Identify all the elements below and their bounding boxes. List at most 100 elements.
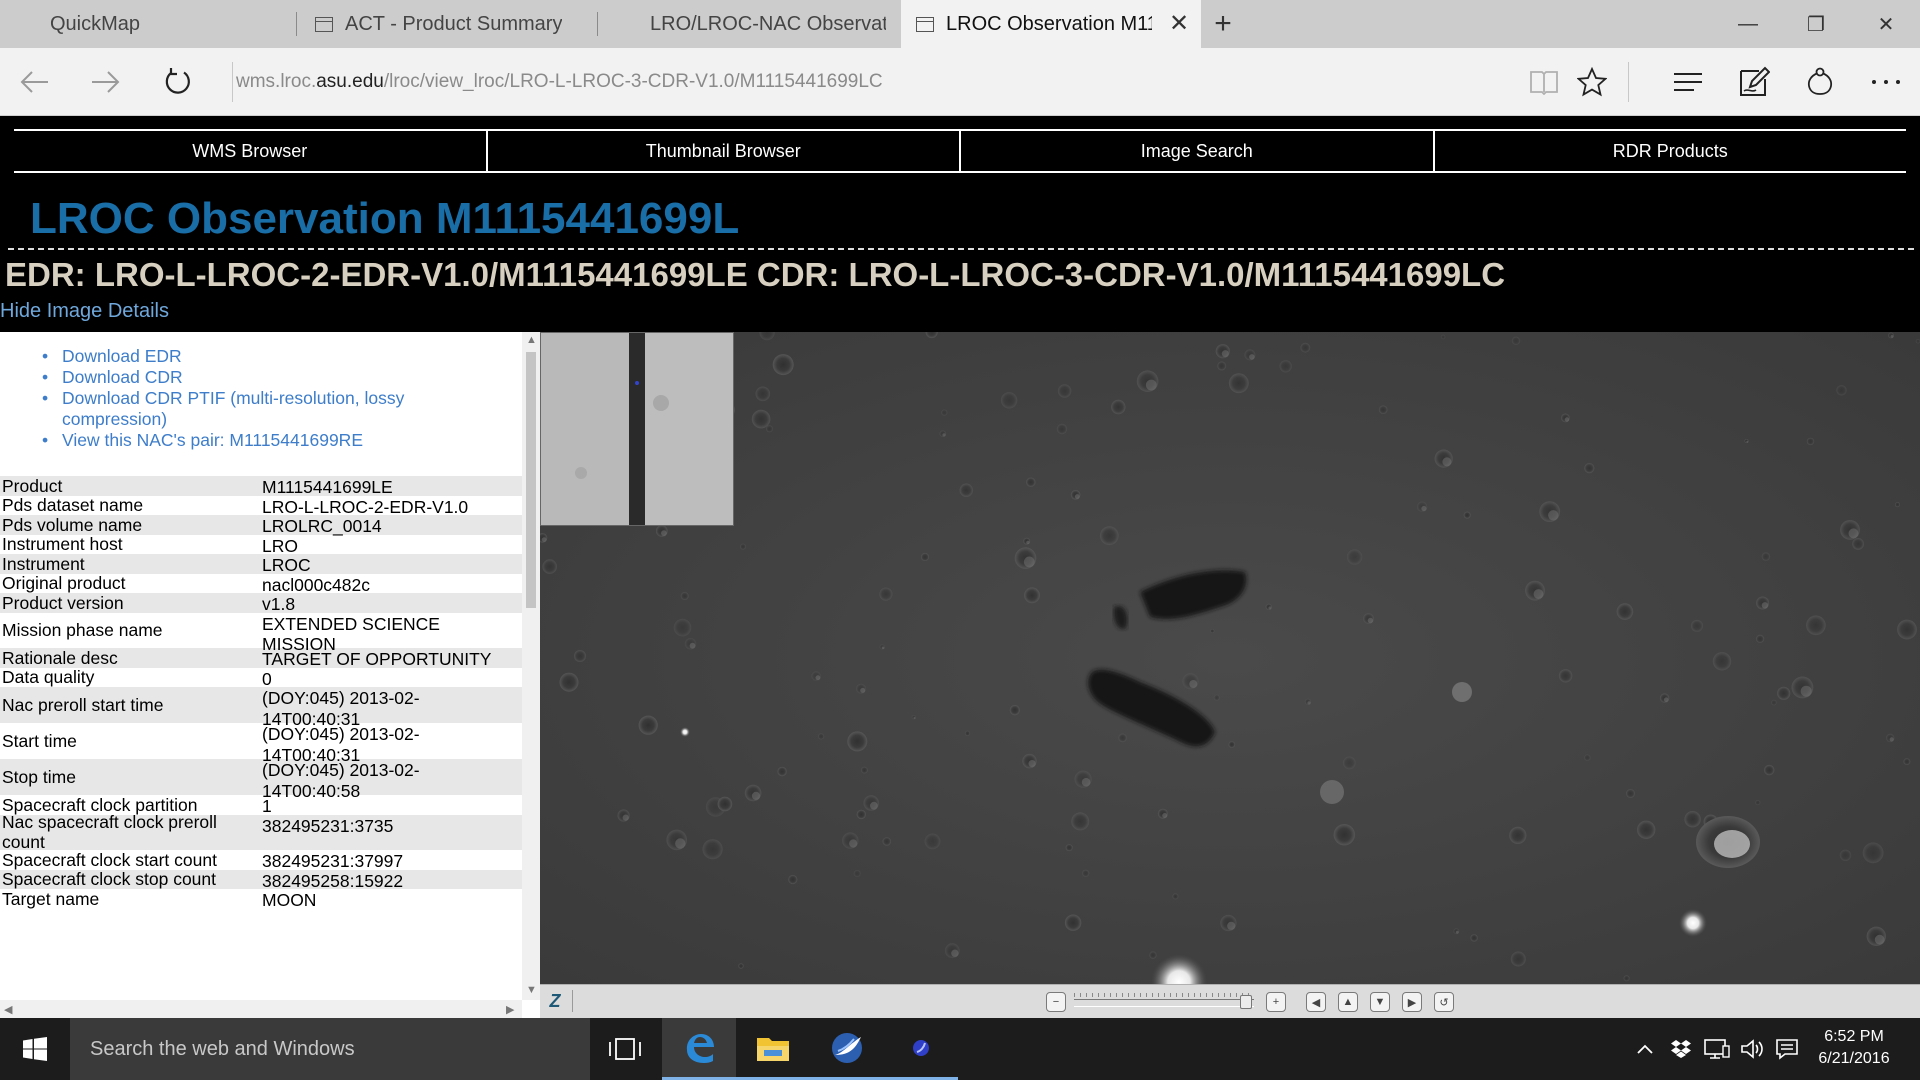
crater xyxy=(882,837,892,846)
crater-rim-highlight xyxy=(860,687,866,693)
horizontal-scrollbar[interactable]: ◀ ▶ xyxy=(0,1000,522,1018)
property-value: EXTENDED SCIENCE MISSION xyxy=(262,613,440,655)
taskbar-edge[interactable] xyxy=(662,1018,736,1080)
crater xyxy=(1000,392,1018,409)
table-row: Rationale desc TARGET OF OPPORTUNITY xyxy=(0,648,522,669)
scroll-down-icon[interactable]: ▼ xyxy=(526,984,537,996)
pan-right-icon[interactable]: ▶ xyxy=(1402,992,1422,1012)
download-edr-link[interactable]: Download EDR xyxy=(42,346,512,367)
crater-rim-highlight xyxy=(751,791,761,800)
taskbar-search-box[interactable]: Search the web and Windows xyxy=(70,1018,590,1080)
crater xyxy=(1903,758,1911,765)
minimize-button[interactable]: — xyxy=(1718,0,1778,48)
tab-label: ACT - Product Summary xyxy=(345,12,563,35)
tab-lroc-observation-active[interactable]: LROC Observation M11 ✕ xyxy=(901,0,1201,48)
task-view-button[interactable] xyxy=(588,1018,662,1080)
pan-down-icon[interactable]: ▼ xyxy=(1370,992,1390,1012)
forward-button[interactable] xyxy=(82,58,130,106)
menu-rdr-products[interactable]: RDR Products xyxy=(1435,131,1907,171)
crater-rim-highlight xyxy=(1074,494,1080,499)
hub-button[interactable] xyxy=(1664,58,1712,106)
crater xyxy=(751,409,771,429)
crater-rim-highlight xyxy=(881,646,885,650)
property-key: Nac spacecraft clock preroll count xyxy=(2,811,217,853)
lunar-image-viewer[interactable] xyxy=(540,332,1920,984)
table-row: Instrument host LRO xyxy=(0,534,522,555)
tab-act-product-summary[interactable]: ACT - Product Summary xyxy=(297,0,597,48)
new-tab-button[interactable]: + xyxy=(1198,0,1248,48)
crater xyxy=(1440,334,1446,340)
taskbar-app-circle[interactable] xyxy=(884,1018,958,1080)
overview-thumbnail[interactable] xyxy=(540,332,734,526)
property-key: Data quality xyxy=(2,667,95,687)
taskbar-app-bird[interactable] xyxy=(810,1018,884,1080)
scroll-up-icon[interactable]: ▲ xyxy=(526,334,537,346)
refresh-button[interactable] xyxy=(154,58,202,106)
download-cdr-ptif-link[interactable]: Download CDR PTIF (multi-resolution, los… xyxy=(42,388,512,430)
download-cdr-link[interactable]: Download CDR xyxy=(42,367,512,388)
crater xyxy=(755,386,771,402)
crater xyxy=(673,618,692,637)
crater xyxy=(1511,336,1521,345)
start-button[interactable] xyxy=(0,1018,70,1080)
scroll-left-icon[interactable]: ◀ xyxy=(4,1003,12,1016)
property-value: 1 xyxy=(262,796,272,816)
taskbar-clock[interactable]: 6:52 PM 6/21/2016 xyxy=(1804,1026,1904,1070)
show-hidden-icons[interactable] xyxy=(1630,1018,1660,1080)
tab-lroc-nac-observation[interactable]: LRO/LROC-NAC Observatio xyxy=(598,0,900,48)
vertical-scrollbar[interactable]: ▲ ▼ xyxy=(522,332,540,1000)
tab-quickmap[interactable]: QuickMap xyxy=(0,0,296,48)
property-key: Product xyxy=(2,475,63,496)
property-key: Pds dataset name xyxy=(2,495,144,515)
file-explorer-icon xyxy=(757,1037,789,1061)
download-links: Download EDR Download CDR Download CDR P… xyxy=(42,346,512,451)
crater xyxy=(1756,634,1765,643)
crater xyxy=(542,559,557,574)
menu-image-search[interactable]: Image Search xyxy=(961,131,1435,171)
crater xyxy=(1771,699,1777,706)
share-button[interactable] xyxy=(1796,58,1844,106)
property-value: (DOY:045) 2013-02-14T00:40:31 xyxy=(262,724,420,765)
address-bar[interactable]: wms.lroc. asu.edu/lroc/view_lroc/LRO-L-LR… xyxy=(236,58,1496,106)
more-button[interactable] xyxy=(1862,58,1910,106)
crater-rim-highlight xyxy=(1442,457,1452,467)
favorites-button[interactable] xyxy=(1568,58,1616,106)
crater-rim-highlight xyxy=(815,675,821,681)
volume-tray[interactable] xyxy=(1736,1018,1770,1080)
restore-button[interactable]: ❐ xyxy=(1786,0,1846,48)
pan-up-icon[interactable]: ▲ xyxy=(1338,992,1358,1012)
action-center-tray[interactable] xyxy=(1770,1018,1804,1080)
crater xyxy=(1453,928,1460,935)
back-button[interactable] xyxy=(10,58,58,106)
network-tray[interactable] xyxy=(1700,1018,1734,1080)
scrollbar-thumb[interactable] xyxy=(526,352,536,608)
zoom-slider-handle[interactable] xyxy=(1240,995,1252,1009)
url-path: /lroc/view_lroc/LRO-L-LROC-3-CDR-V1.0/M1… xyxy=(383,71,883,92)
view-nac-pair-link[interactable]: View this NAC's pair: M1115441699RE xyxy=(42,430,512,451)
crater xyxy=(1064,914,1082,931)
taskbar-file-explorer[interactable] xyxy=(736,1018,810,1080)
dropbox-tray[interactable] xyxy=(1666,1018,1696,1080)
zoom-in-icon[interactable]: + xyxy=(1266,992,1286,1012)
pan-left-icon[interactable]: ◀ xyxy=(1306,992,1326,1012)
property-key: Mission phase name xyxy=(2,620,163,640)
crater-rim-highlight xyxy=(1028,760,1036,768)
reset-view-icon[interactable]: ↺ xyxy=(1434,992,1454,1012)
menu-thumbnail-browser[interactable]: Thumbnail Browser xyxy=(488,131,961,171)
windows-logo-icon xyxy=(23,1037,47,1061)
thumbnail-image xyxy=(541,333,733,525)
zoom-slider[interactable] xyxy=(1074,999,1254,1007)
close-window-button[interactable]: ✕ xyxy=(1856,0,1916,48)
menu-wms-browser[interactable]: WMS Browser xyxy=(14,131,488,171)
web-note-button[interactable] xyxy=(1730,58,1778,106)
scroll-right-icon[interactable]: ▶ xyxy=(506,1003,514,1016)
property-key: Nac preroll start time xyxy=(2,694,164,715)
crater xyxy=(1300,342,1311,353)
reading-view-button[interactable] xyxy=(1520,58,1568,106)
toolbar-divider xyxy=(1628,62,1629,102)
hide-image-details-link[interactable]: Hide Image Details xyxy=(0,300,169,323)
close-tab-icon[interactable]: ✕ xyxy=(1167,12,1191,36)
crater xyxy=(1626,789,1635,798)
zoom-out-icon[interactable]: − xyxy=(1046,992,1066,1012)
web-page: WMS Browser Thumbnail Browser Image Sear… xyxy=(0,116,1920,1018)
